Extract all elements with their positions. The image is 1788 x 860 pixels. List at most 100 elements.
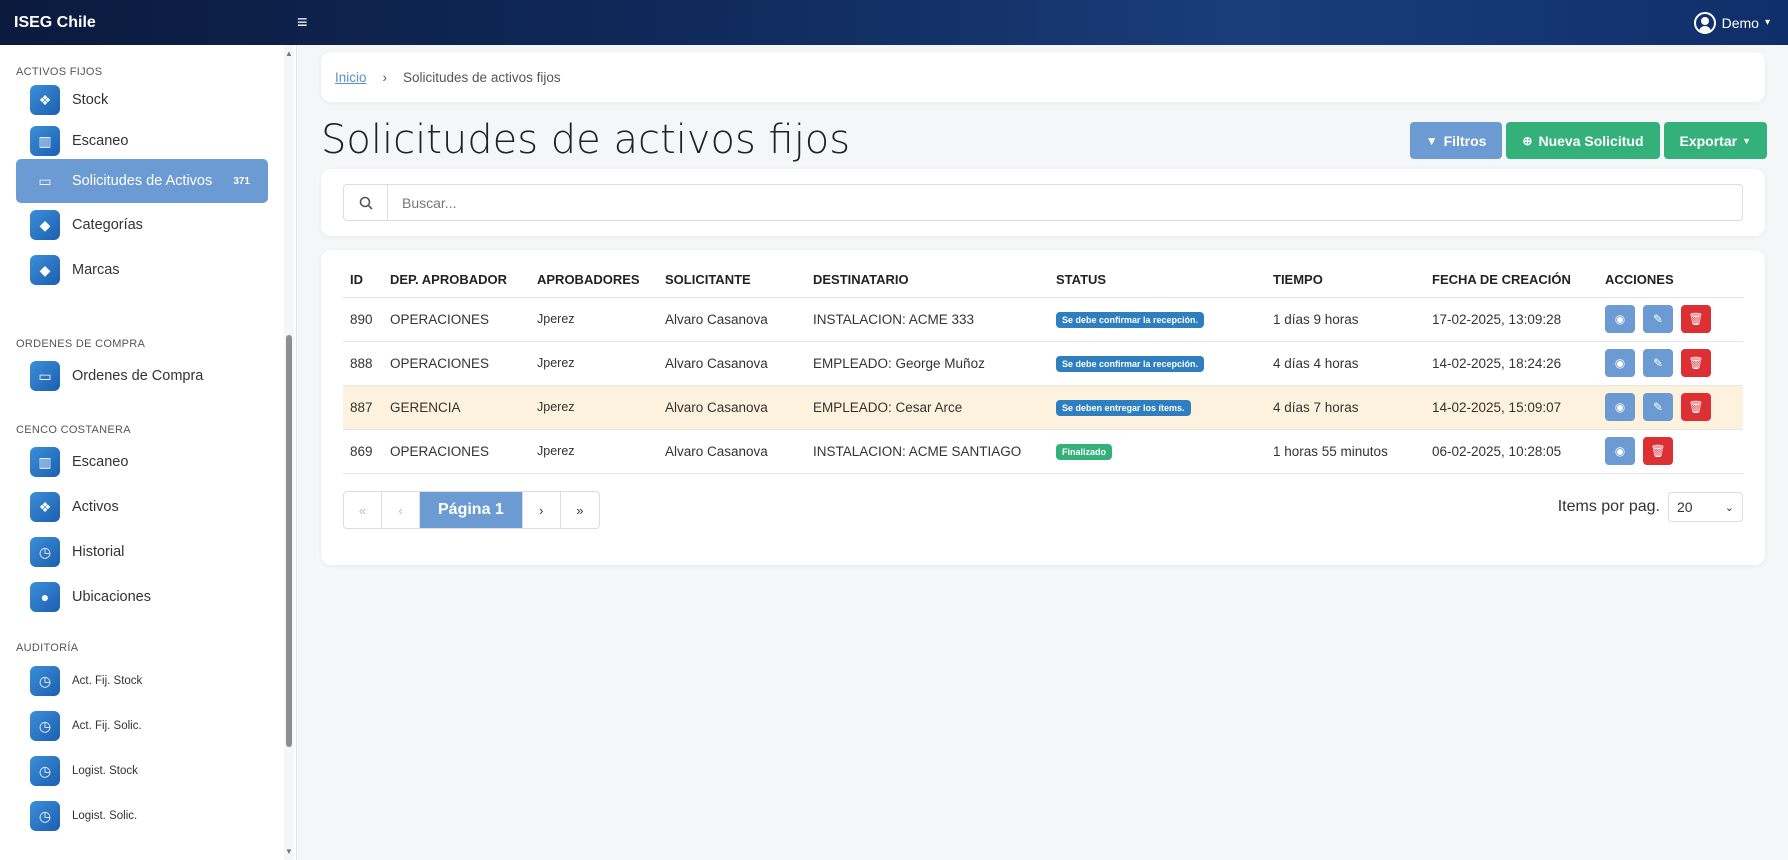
col-fecha-creacion[interactable]: FECHA DE CREACIÓN [1425,263,1598,298]
sidebar-item-ubicaciones[interactable]: ● Ubicaciones [16,575,268,619]
col-tiempo[interactable]: TIEMPO [1266,263,1425,298]
sidebar-scrollbar[interactable]: ▲ ▼ [284,45,294,860]
tag-icon: ◆ [30,255,60,285]
cell-aprobadores: Jperez [530,297,658,342]
sidebar-item-ordenes-compra[interactable]: ▭ Ordenes de Compra [16,354,268,398]
cell-destinatario: EMPLEADO: Cesar Arce [806,385,1049,430]
cell-destinatario: INSTALACION: ACME SANTIAGO [806,429,1049,474]
sidebar-item-logist-solic[interactable]: ◷ Logist. Solic. [16,794,268,838]
cell-aprobadores: Jperez [530,385,658,430]
filters-button[interactable]: ▼ Filtros [1409,122,1503,159]
trash-icon: 🗑 [1688,312,1704,326]
main-content: Inicio › Solicitudes de activos fijos So… [297,45,1788,860]
last-page-button[interactable]: » [561,492,599,528]
sidebar-item-solicitudes-activos[interactable]: ▭ Solicitudes de Activos 371 [16,159,268,203]
col-acciones: ACCIONES [1598,263,1743,298]
export-button-label: Exportar [1679,132,1738,149]
sidebar: ACTIVOS FIJOS ❖ Stock ▥ Escaneo ▭ Solicitud… [0,45,297,860]
plus-circle-icon: ⊕ [1522,133,1533,148]
col-id[interactable]: ID [343,263,383,298]
requests-table-card: ID DEP. APROBADOR APROBADORES SOLICITANT… [321,250,1765,565]
barcode-icon: ▥ [30,126,60,156]
col-solicitante[interactable]: SOLICITANTE [658,263,806,298]
col-status[interactable]: STATUS [1049,263,1266,298]
sidebar-item-stock[interactable]: ❖ Stock [16,78,268,122]
edit-button[interactable]: ✎ [1643,393,1673,421]
export-button[interactable]: Exportar ▼ [1663,122,1767,159]
col-destinatario[interactable]: DESTINATARIO [806,263,1049,298]
clock-icon: ◷ [30,711,60,741]
items-per-page-select[interactable]: 20 ⌄ [1668,492,1743,522]
first-page-button[interactable]: « [344,492,382,528]
cell-actions: ◉ 🗑 [1598,429,1743,474]
eye-icon: ◉ [1614,444,1626,458]
cell-tiempo: 4 días 7 horas [1266,385,1425,430]
sidebar-item-act-fij-solic[interactable]: ◷ Act. Fij. Solic. [16,704,268,748]
pencil-icon: ✎ [1652,312,1664,326]
brand-name[interactable]: ISEG Chile [0,14,297,32]
view-button[interactable]: ◉ [1605,305,1635,333]
current-page-button[interactable]: Página 1 [420,492,523,528]
col-aprobadores[interactable]: APROBADORES [530,263,658,298]
breadcrumb-home-link[interactable]: Inicio [335,70,367,85]
ticket-icon: ▭ [38,172,52,189]
filters-button-label: Filtros [1443,132,1487,149]
view-button[interactable]: ◉ [1605,349,1635,377]
clock-icon: ◷ [30,666,60,696]
view-button[interactable]: ◉ [1605,437,1635,465]
edit-button[interactable]: ✎ [1643,305,1673,333]
scroll-down-icon[interactable]: ▼ [284,847,294,856]
cell-dep: GERENCIA [383,385,530,430]
table-row: 887 GERENCIA Jperez Alvaro Casanova EMPL… [343,385,1743,430]
sidebar-item-historial[interactable]: ◷ Historial [16,530,268,574]
sidebar-section-title: AUDITORÍA [16,642,79,654]
cell-dep: OPERACIONES [383,341,530,386]
count-badge: 371 [233,175,250,187]
scroll-up-icon[interactable]: ▲ [284,49,294,58]
sidebar-item-label: Escaneo [72,133,129,149]
filter-icon: ▼ [1425,133,1438,148]
trash-icon: 🗑 [1688,400,1704,414]
scrollbar-thumb[interactable] [286,335,292,747]
delete-button[interactable]: 🗑 [1681,349,1711,377]
sidebar-item-escaneo-cenco[interactable]: ▥ Escaneo [16,440,268,484]
sidebar-item-marcas[interactable]: ◆ Marcas [16,248,268,292]
cell-destinatario: EMPLEADO: George Muñoz [806,341,1049,386]
delete-button[interactable]: 🗑 [1681,393,1711,421]
user-menu[interactable]: Demo ▾ [1693,11,1788,34]
search-input[interactable] [388,185,1742,220]
sidebar-item-label: Escaneo [72,454,129,470]
delete-button[interactable]: 🗑 [1681,305,1711,333]
col-dep-aprobador[interactable]: DEP. APROBADOR [383,263,530,298]
sidebar-item-activos[interactable]: ❖ Activos [16,485,268,529]
table-row: 888 OPERACIONES Jperez Alvaro Casanova E… [343,341,1743,386]
clock-icon: ◷ [30,537,60,567]
sidebar-item-label: Stock [72,92,109,108]
delete-button[interactable]: 🗑 [1643,437,1673,465]
sidebar-item-escaneo[interactable]: ▥ Escaneo [16,119,268,163]
chevron-down-icon: ▼ [1742,135,1751,146]
cell-status: Se deben entregar los ítems. [1049,385,1266,430]
next-page-button[interactable]: › [523,492,561,528]
menu-toggle-icon[interactable]: ≡ [297,12,308,33]
map-pin-icon: ● [30,582,60,612]
sidebar-item-label: Activos [72,499,119,515]
cell-destinatario: INSTALACION: ACME 333 [806,297,1049,342]
pencil-icon: ✎ [1652,356,1664,370]
sidebar-item-categorias[interactable]: ◆ Categorías [16,203,268,247]
trash-icon: 🗑 [1688,356,1704,370]
sidebar-section-title: ACTIVOS FIJOS [16,66,103,78]
breadcrumb-current: Solicitudes de activos fijos [403,69,561,85]
view-button[interactable]: ◉ [1605,393,1635,421]
new-request-button[interactable]: ⊕ Nueva Solicitud [1506,122,1660,159]
cubes-icon: ❖ [30,85,60,115]
sidebar-item-label: Logist. Stock [72,765,138,777]
sidebar-item-logist-stock[interactable]: ◷ Logist. Stock [16,749,268,793]
barcode-icon: ▥ [30,447,60,477]
edit-button[interactable]: ✎ [1643,349,1673,377]
items-per-page-label: Items por pag. [1557,498,1660,515]
prev-page-button[interactable]: ‹ [382,492,420,528]
cell-tiempo: 1 horas 55 minutos [1266,429,1425,474]
user-avatar-icon [1693,11,1716,34]
sidebar-item-act-fij-stock[interactable]: ◷ Act. Fij. Stock [16,659,268,703]
